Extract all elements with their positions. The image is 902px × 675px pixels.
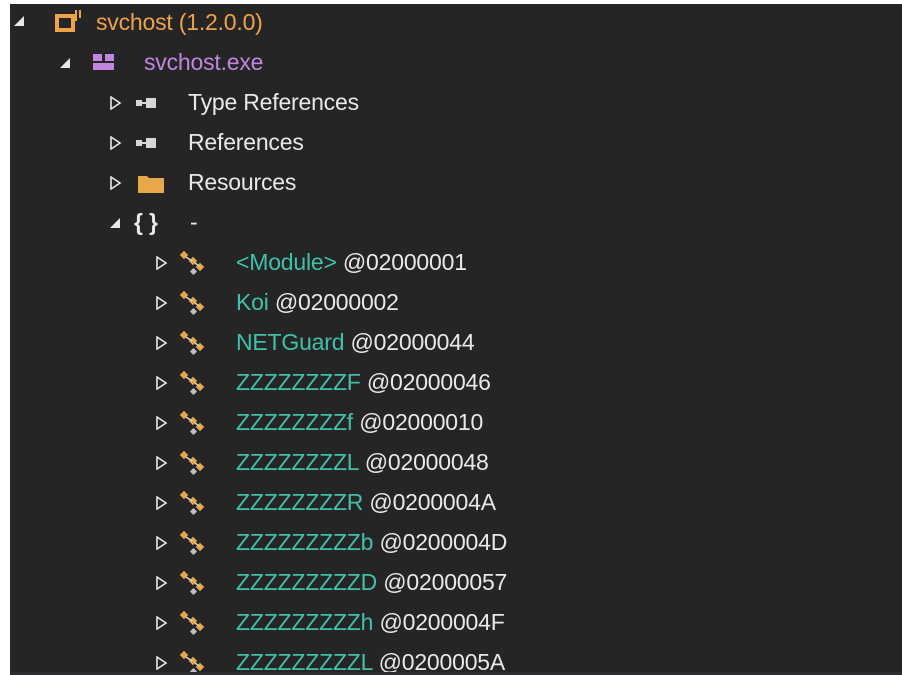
collapsed-arrow-icon[interactable] (108, 136, 122, 150)
type-name: ZZZZZZZZR (236, 489, 364, 515)
type-label: ZZZZZZZZR @0200004A (236, 487, 496, 517)
type-token: @02000046 (366, 369, 491, 395)
class-type-icon (179, 250, 205, 276)
class-type-icon (179, 410, 205, 436)
collapsed-arrow-icon[interactable] (154, 656, 168, 670)
references-icon (136, 138, 156, 148)
class-type-icon (179, 490, 205, 516)
folder-label: Type References (188, 89, 359, 115)
type-label: ZZZZZZZZF @02000046 (236, 367, 491, 397)
type-label: Koi @02000002 (236, 287, 399, 317)
collapsed-arrow-icon[interactable] (154, 536, 168, 550)
type-name: ZZZZZZZZZD (236, 569, 378, 595)
type-name: ZZZZZZZZF (236, 369, 361, 395)
collapsed-arrow-icon[interactable] (154, 336, 168, 350)
class-type-icon (179, 370, 205, 396)
class-type-icon (179, 570, 205, 596)
folder-label: Resources (188, 169, 297, 195)
type-label: ZZZZZZZZZL @0200005A (236, 647, 505, 675)
collapsed-arrow-icon[interactable] (154, 296, 168, 310)
type-label: NETGuard @02000044 (236, 327, 475, 357)
type-token: @02000044 (350, 329, 475, 355)
folder-icon (138, 176, 164, 193)
type-token: @0200004D (379, 529, 508, 555)
folder-label: References (188, 129, 304, 155)
type-label: ZZZZZZZZL @02000048 (236, 447, 489, 477)
module-icon (93, 54, 114, 70)
type-token: @02000010 (359, 409, 484, 435)
expanded-arrow-icon[interactable] (108, 216, 122, 230)
type-label: ZZZZZZZZZb @0200004D (236, 527, 507, 557)
collapsed-arrow-icon[interactable] (108, 176, 122, 190)
type-token: @0200004F (379, 609, 505, 635)
expanded-arrow-icon[interactable] (58, 56, 72, 70)
type-name: Koi (236, 289, 269, 315)
class-type-icon (179, 610, 205, 636)
class-type-icon (179, 650, 205, 675)
collapsed-arrow-icon[interactable] (154, 376, 168, 390)
type-token: @02000048 (364, 449, 489, 475)
class-type-icon (179, 290, 205, 316)
type-name: ZZZZZZZZZh (236, 609, 374, 635)
type-token: @0200004A (369, 489, 496, 515)
collapsed-arrow-icon[interactable] (154, 416, 168, 430)
collapsed-arrow-icon[interactable] (154, 616, 168, 630)
assembly-explorer-tree: svchost (1.2.0.0) svchost.exe Type Refer… (10, 4, 902, 675)
collapsed-arrow-icon[interactable] (154, 576, 168, 590)
type-token: @02000057 (383, 569, 508, 595)
collapsed-arrow-icon[interactable] (154, 256, 168, 270)
namespace-name: - (190, 209, 198, 235)
class-type-icon (179, 530, 205, 556)
collapsed-arrow-icon[interactable] (154, 456, 168, 470)
type-label: ZZZZZZZZZh @0200004F (236, 607, 505, 637)
type-label: ZZZZZZZZf @02000010 (236, 407, 483, 437)
references-icon (136, 98, 156, 108)
type-name: ZZZZZZZZL (236, 449, 359, 475)
type-name: NETGuard (236, 329, 345, 355)
type-token: @02000002 (274, 289, 399, 315)
namespace-braces-icon: { } (134, 209, 158, 235)
collapsed-arrow-icon[interactable] (154, 496, 168, 510)
type-label: <Module> @02000001 (236, 247, 467, 277)
assembly-name: svchost (1.2.0.0) (96, 9, 263, 35)
type-name: ZZZZZZZZZb (236, 529, 374, 555)
class-type-icon (179, 330, 205, 356)
type-token: @02000001 (342, 249, 467, 275)
type-name: ZZZZZZZZf (236, 409, 353, 435)
type-label: ZZZZZZZZZD @02000057 (236, 567, 507, 597)
class-type-icon (179, 450, 205, 476)
module-name: svchost.exe (144, 49, 264, 75)
assembly-icon (55, 10, 81, 32)
expanded-arrow-icon[interactable] (12, 14, 26, 28)
type-name: <Module> (236, 249, 337, 275)
collapsed-arrow-icon[interactable] (108, 96, 122, 110)
